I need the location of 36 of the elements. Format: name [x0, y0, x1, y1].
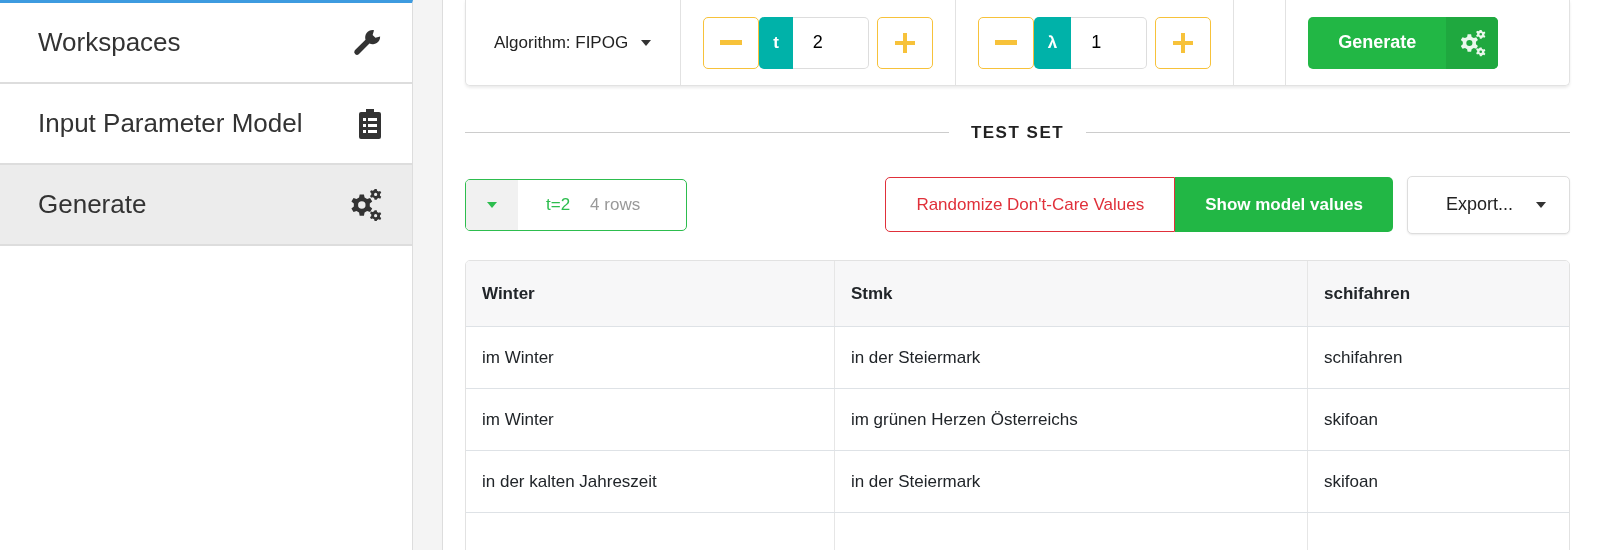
increment-button[interactable] [1155, 16, 1212, 69]
caret-icon [486, 200, 498, 209]
export-dropdown[interactable]: Export... [1406, 175, 1570, 234]
table-cell: skifoan [1307, 450, 1569, 513]
table-cell: im grünen Herzen Österreichs [834, 388, 1308, 451]
wrench-icon [352, 27, 382, 58]
decrement-button[interactable] [703, 16, 760, 69]
number-field[interactable]: 2 [792, 16, 869, 69]
column-header: Winter [466, 260, 835, 327]
parameter-label: λ [1033, 16, 1072, 69]
gears-icon [1458, 28, 1487, 57]
minus-icon [720, 39, 743, 46]
parameter-label: t [759, 16, 793, 69]
section-title: TEST SET [970, 122, 1065, 144]
table-cell: im Winter [466, 388, 835, 451]
decrement-button[interactable] [977, 16, 1034, 69]
column-header: Stmk [834, 260, 1308, 327]
table-cell: in der kalten Jahreszeit [466, 450, 835, 513]
table-cell: im Winter [466, 326, 835, 389]
minus-icon [994, 39, 1017, 46]
table-cell: in der Steiermark [834, 326, 1308, 389]
table-cell: schifahren [1307, 326, 1569, 389]
table-cell: in der Steiermark [834, 450, 1308, 513]
caret-icon [640, 38, 653, 47]
sidebar-item[interactable]: Generate [0, 165, 412, 246]
algorithm-dropdown[interactable]: Algorithm: FIPOG [488, 28, 659, 57]
randomize-button[interactable]: Randomize Don't-Care Values [885, 177, 1176, 232]
number-field[interactable]: 1 [1071, 16, 1148, 69]
plus-icon [1173, 32, 1194, 53]
table-cell: skifoan [1307, 388, 1569, 451]
column-header: schifahren [1307, 260, 1569, 327]
gears-icon [348, 187, 382, 222]
clipboard-icon [358, 108, 382, 139]
increment-button[interactable] [876, 16, 933, 69]
plus-icon [894, 32, 915, 53]
caret-icon [1535, 200, 1547, 209]
